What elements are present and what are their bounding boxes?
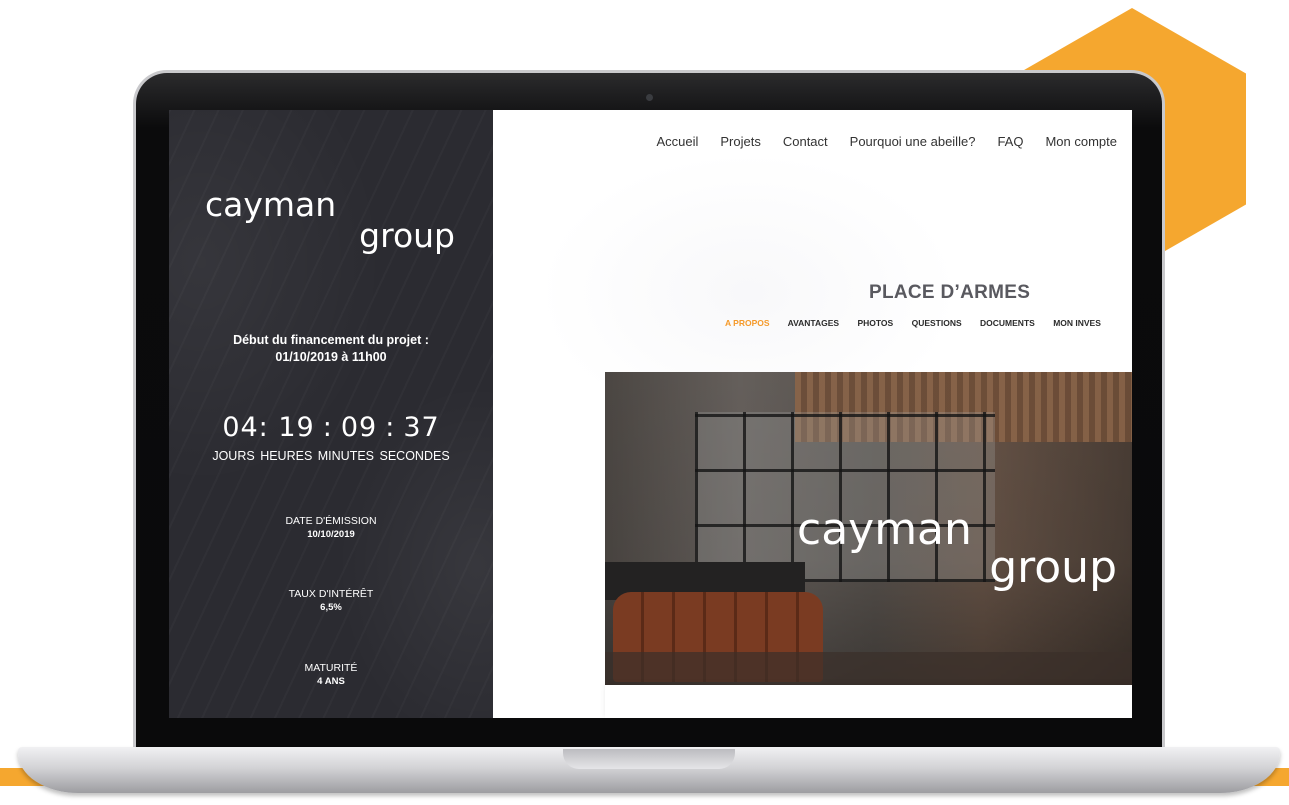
maturity: MATURITÉ 4 ANS	[169, 661, 493, 689]
project-sidebar: cayman group Début du financement du pro…	[169, 110, 493, 718]
funding-start-datetime: 01/10/2019 à 11h00	[275, 350, 387, 364]
nav-faq[interactable]: FAQ	[997, 134, 1023, 149]
hero-floor	[605, 652, 1132, 685]
nav-mon-compte[interactable]: Mon compte	[1045, 134, 1117, 149]
countdown-label-minutes: MINUTES	[317, 449, 375, 463]
maturity-label: MATURITÉ	[304, 662, 358, 674]
content-card	[605, 685, 1132, 718]
laptop-screen: cayman group Début du financement du pro…	[169, 110, 1132, 718]
maturity-value: 4 ANS	[317, 676, 345, 687]
tab-documents[interactable]: DOCUMENTS	[980, 318, 1035, 328]
countdown-days: 04:	[222, 412, 269, 443]
tab-questions[interactable]: QUESTIONS	[912, 318, 962, 328]
main-content: Accueil Projets Contact Pourquoi une abeill…	[493, 110, 1132, 718]
project-hero-image: cayman group	[605, 372, 1132, 685]
tab-avantages[interactable]: AVANTAGES	[788, 318, 839, 328]
countdown-hours: 19	[278, 412, 315, 443]
nav-accueil[interactable]: Accueil	[656, 134, 698, 149]
countdown-minutes: 09	[340, 412, 378, 443]
countdown-label-hours: HEURES	[260, 449, 313, 463]
countdown-labels: JOURS HEURES MINUTES SECONDES	[169, 449, 493, 463]
nav-pourquoi-une-abeille[interactable]: Pourquoi une abeille?	[850, 134, 976, 149]
issue-date-label: DATE D'ÉMISSION	[285, 515, 377, 527]
countdown-seconds: 37	[403, 412, 440, 443]
interest-rate-label: TAUX D'INTÉRÊT	[288, 588, 374, 600]
nav-projets[interactable]: Projets	[720, 134, 760, 149]
issue-date: DATE D'ÉMISSION 10/10/2019	[169, 514, 493, 542]
tab-a-propos[interactable]: A PROPOS	[725, 318, 770, 328]
countdown-label-days: JOURS	[212, 449, 255, 463]
main-nav: Accueil Projets Contact Pourquoi une abeill…	[493, 134, 1132, 149]
tab-mon-investissement[interactable]: MON INVES	[1053, 318, 1101, 328]
project-tabs: A PROPOS AVANTAGES PHOTOS QUESTIONS DOCU…	[725, 318, 1117, 328]
nav-contact[interactable]: Contact	[783, 134, 828, 149]
funding-start: Début du financement du projet : 01/10/2…	[169, 332, 493, 366]
tab-photos[interactable]: PHOTOS	[857, 318, 893, 328]
issue-date-value: 10/10/2019	[307, 529, 355, 540]
cayman-group-logo[interactable]: cayman group	[205, 188, 465, 252]
countdown-label-seconds: SECONDES	[379, 449, 450, 463]
funding-start-label: Début du financement du projet :	[233, 333, 429, 347]
interest-rate: TAUX D'INTÉRÊT 6,5%	[169, 587, 493, 615]
project-title: PLACE D’ARMES	[869, 282, 1031, 303]
hero-logo: cayman group	[797, 508, 1117, 590]
laptop-camera	[646, 94, 653, 101]
laptop-notch	[563, 749, 735, 769]
countdown-values: 04: 19:09:37	[169, 412, 493, 443]
countdown-separator: :	[385, 412, 396, 443]
countdown-separator: :	[322, 412, 333, 443]
interest-rate-value: 6,5%	[320, 602, 342, 613]
countdown-timer: 04: 19:09:37 JOURS HEURES MINUTES SECOND…	[169, 412, 493, 463]
